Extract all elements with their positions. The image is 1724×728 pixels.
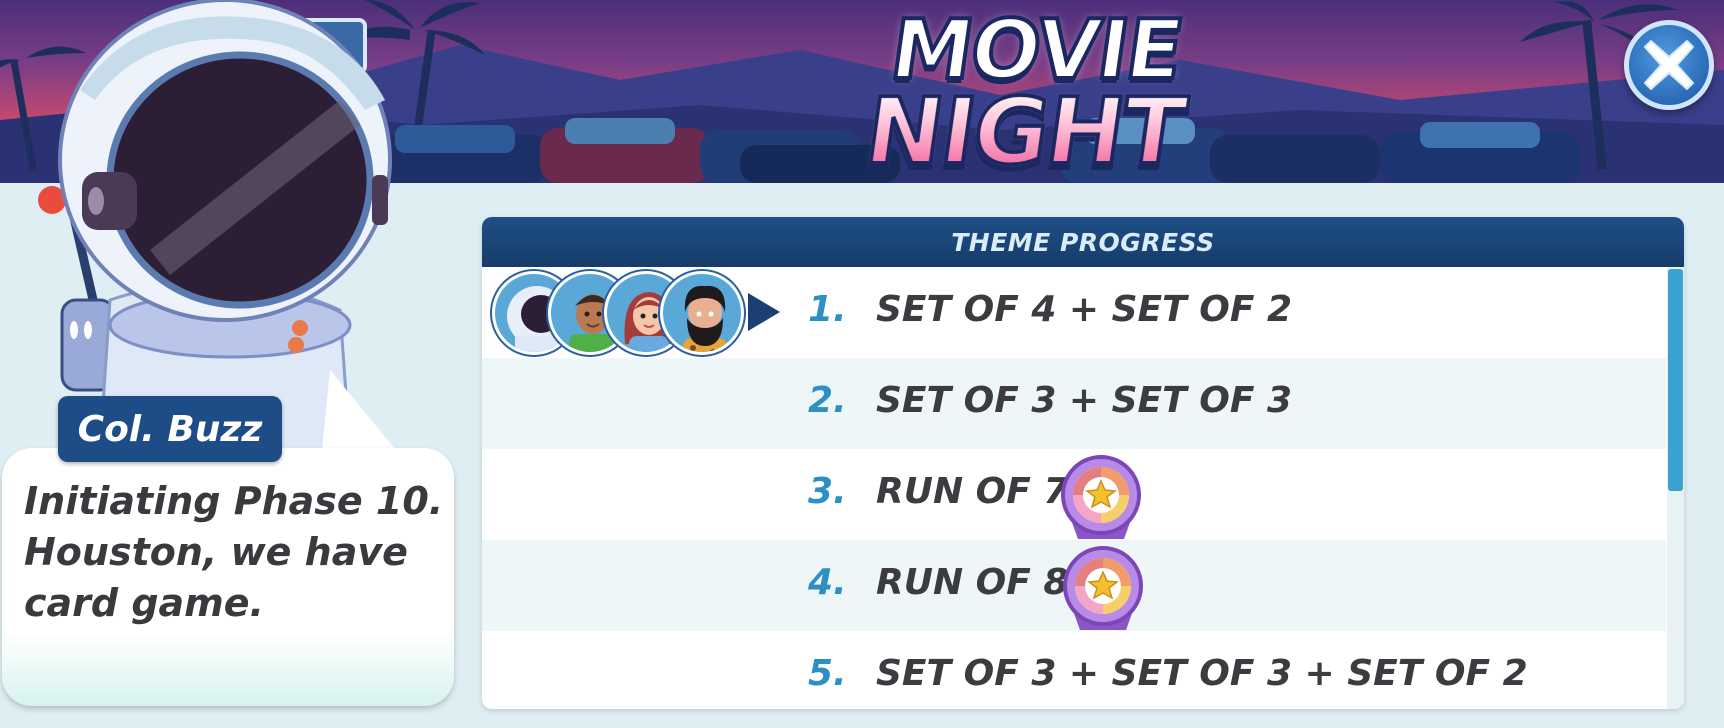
panel-header: THEME PROGRESS <box>482 217 1684 267</box>
phase-description: RUN OF 7 <box>876 471 1069 512</box>
scrollbar-thumb[interactable] <box>1668 269 1683 491</box>
speech-bubble: Initiating Phase 10. Houston, we have ca… <box>2 448 454 706</box>
current-phase-arrow-icon <box>748 293 780 331</box>
phase-row: 4. RUN OF 8 <box>482 540 1666 631</box>
panel-title: THEME PROGRESS <box>951 227 1215 257</box>
star-medal-icon[interactable] <box>1062 546 1144 632</box>
phase-description: SET OF 3 + SET OF 3 <box>876 380 1293 421</box>
phase-number: 2. <box>808 380 847 421</box>
close-icon <box>1644 40 1694 90</box>
bearded-caveman-avatar <box>660 271 744 355</box>
theme-progress-panel: THEME PROGRESS 1. SET OF 4 + SET OF 2 2.… <box>482 217 1684 709</box>
phase-description: RUN OF 8 <box>876 562 1069 603</box>
speech-text: Initiating Phase 10. Houston, we have ca… <box>24 479 444 625</box>
phase-row: 2. SET OF 3 + SET OF 3 <box>482 358 1666 449</box>
phase-row: 3. RUN OF 7 <box>482 449 1666 540</box>
star-medal-icon[interactable] <box>1060 455 1142 541</box>
phase-list[interactable]: 1. SET OF 4 + SET OF 2 2. SET OF 3 + SET… <box>482 267 1666 709</box>
phase-number: 1. <box>808 289 847 330</box>
close-button[interactable] <box>1624 20 1714 110</box>
title-night: NIGHT <box>828 76 1221 183</box>
theme-title: MOVIE NIGHT <box>828 1 1232 183</box>
phase-row: 5. SET OF 3 + SET OF 3 + SET OF 2 <box>482 631 1666 709</box>
speaker-name-tag: Col. Buzz <box>58 396 282 462</box>
phase-description: SET OF 4 + SET OF 2 <box>876 289 1293 330</box>
phase-number: 5. <box>808 653 847 694</box>
phase-number: 3. <box>808 471 847 512</box>
player-avatars <box>492 267 782 358</box>
phase-row: 1. SET OF 4 + SET OF 2 <box>482 267 1666 358</box>
phase-number: 4. <box>808 562 847 603</box>
phase-description: SET OF 3 + SET OF 3 + SET OF 2 <box>876 653 1528 694</box>
speaker-name: Col. Buzz <box>77 408 263 450</box>
